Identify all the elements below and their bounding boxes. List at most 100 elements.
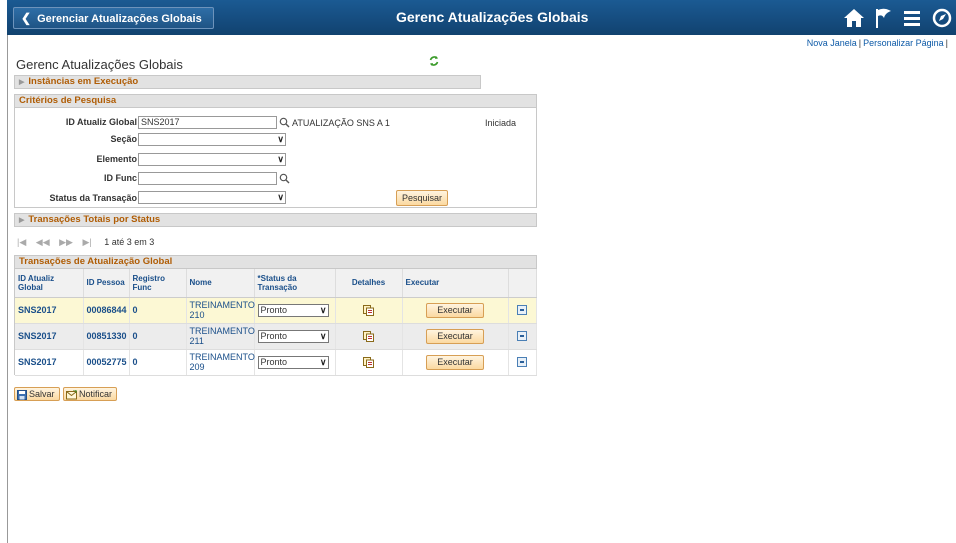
name-line1[interactable]: TREINAMENTO: [190, 352, 255, 362]
lookup-icon[interactable]: [279, 117, 290, 128]
details-icon[interactable]: [363, 330, 374, 342]
column-header-global-id[interactable]: ID Atualiz Global: [15, 269, 84, 298]
cell-details: [335, 323, 403, 350]
search-criteria-panel: Critérios de Pesquisa ID Atualiz Global …: [14, 94, 537, 208]
cell-global-id[interactable]: SNS2017: [15, 349, 84, 376]
flag-icon[interactable]: [871, 6, 895, 30]
navbar-icon[interactable]: [930, 6, 954, 30]
cell-global-id[interactable]: SNS2017: [15, 297, 84, 324]
pager: |◀ ◀◀ ▶▶ ▶| 1 até 3 em 3: [17, 237, 161, 248]
running-instances-label: Instâncias em Execução: [28, 76, 139, 87]
employee-id-input[interactable]: [138, 172, 277, 185]
details-icon[interactable]: [363, 356, 374, 368]
status-select-value: Pronto: [260, 356, 288, 367]
cell-name[interactable]: TREINAMENTO 209: [186, 349, 255, 376]
cell-emp-record[interactable]: 0: [129, 297, 187, 324]
column-header-details: Detalhes: [335, 269, 403, 298]
save-button[interactable]: Salvar: [14, 387, 60, 401]
delete-row-icon[interactable]: [517, 357, 527, 367]
new-window-link[interactable]: Nova Janela: [807, 38, 857, 48]
notify-button-label: Notificar: [79, 389, 113, 399]
notify-icon: [66, 389, 77, 400]
running-instances-header[interactable]: ▶ Instâncias em Execução: [14, 75, 481, 89]
cell-delete: [508, 349, 537, 376]
cell-person-id[interactable]: 00086844: [83, 297, 130, 324]
element-select[interactable]: ∨: [138, 153, 286, 166]
top-banner: ❮ Gerenciar Atualizações Globais Gerenc A…: [7, 0, 956, 35]
cell-name[interactable]: TREINAMENTO 210: [186, 297, 255, 324]
name-line2[interactable]: 210: [190, 310, 205, 320]
dropdown-arrow-icon: ∨: [319, 330, 327, 341]
banner-title: Gerenc Atualizações Globais: [396, 9, 589, 25]
section-select[interactable]: ∨: [138, 133, 286, 146]
back-button[interactable]: ❮ Gerenciar Atualizações Globais: [13, 7, 214, 29]
column-header-execute: Executar: [402, 269, 509, 298]
chevron-left-icon: ❮: [21, 11, 32, 25]
back-button-label: Gerenciar Atualizações Globais: [37, 13, 202, 25]
global-update-status: Iniciada: [485, 118, 517, 128]
transactions-grid: Transações de Atualização Global ID Atua…: [14, 255, 537, 376]
cell-execute: Executar: [402, 323, 509, 350]
page-links: Nova Janela | Personalizar Página |: [807, 38, 950, 48]
cell-status: Pronto ∨: [254, 323, 336, 350]
page-title: Gerenc Atualizações Globais: [16, 57, 183, 72]
cell-emp-record[interactable]: 0: [129, 323, 187, 350]
table-row: SNS2017 00086844 0 TREINAMENTO 210 Pronto…: [15, 297, 537, 324]
last-page-icon[interactable]: ▶|: [83, 237, 92, 247]
grid-title-bar: Transações de Atualização Global: [14, 255, 537, 269]
dropdown-arrow-icon: ∨: [277, 192, 284, 202]
row-count: 1 até 3 em 3: [104, 237, 155, 247]
save-icon: [17, 389, 27, 400]
search-button[interactable]: Pesquisar: [396, 190, 448, 206]
cell-person-id[interactable]: 00851330: [83, 323, 130, 350]
personalize-page-link[interactable]: Personalizar Página: [863, 38, 944, 48]
cell-status: Pronto ∨: [254, 349, 336, 376]
dropdown-arrow-icon: ∨: [319, 304, 327, 315]
column-header-name[interactable]: Nome: [186, 269, 255, 298]
transaction-status-select[interactable]: ∨: [138, 191, 286, 204]
cell-global-id[interactable]: SNS2017: [15, 323, 84, 350]
name-line2[interactable]: 211: [190, 336, 204, 346]
cell-person-id[interactable]: 00052775: [83, 349, 130, 376]
link-separator-trailing: |: [945, 38, 948, 48]
name-line1[interactable]: TREINAMENTO: [190, 326, 255, 336]
cell-details: [335, 349, 403, 376]
totals-by-status-header[interactable]: ▶ Transações Totais por Status: [14, 213, 537, 227]
cell-delete: [508, 297, 537, 324]
details-icon[interactable]: [363, 304, 374, 316]
execute-button[interactable]: Executar: [426, 354, 484, 370]
status-select[interactable]: Pronto ∨: [257, 355, 329, 369]
home-icon[interactable]: [842, 6, 866, 30]
first-page-icon[interactable]: |◀: [17, 237, 26, 247]
cell-status: Pronto ∨: [254, 297, 336, 324]
transactions-table: ID Atualiz Global ID Pessoa Registro Fun…: [15, 269, 537, 376]
execute-button[interactable]: Executar: [426, 302, 484, 318]
global-update-id-input[interactable]: SNS2017: [138, 116, 277, 129]
employee-id-label: ID Func: [104, 173, 137, 183]
column-header-emp-record[interactable]: Registro Func: [129, 269, 187, 298]
search-criteria-header: Critérios de Pesquisa: [14, 94, 537, 108]
grid-title: Transações de Atualização Global: [19, 256, 173, 267]
previous-page-icon[interactable]: ◀◀: [36, 237, 50, 247]
status-select[interactable]: Pronto ∨: [257, 329, 329, 343]
delete-row-icon[interactable]: [517, 305, 527, 315]
lookup-icon[interactable]: [279, 173, 290, 184]
section-label: Seção: [110, 134, 137, 144]
name-line1[interactable]: TREINAMENTO: [190, 300, 255, 310]
name-line2[interactable]: 209: [190, 362, 205, 372]
status-select[interactable]: Pronto ∨: [257, 303, 329, 317]
refresh-icon[interactable]: [428, 55, 440, 67]
column-header-status[interactable]: *Status da Transação: [254, 269, 336, 298]
cell-name[interactable]: TREINAMENTO 211: [186, 323, 255, 350]
dropdown-arrow-icon: ∨: [319, 356, 327, 367]
expand-triangle-icon: ▶: [19, 217, 25, 224]
execute-button[interactable]: Executar: [426, 328, 484, 344]
cell-details: [335, 297, 403, 324]
notify-button[interactable]: Notificar: [63, 387, 118, 401]
menu-icon[interactable]: [900, 6, 924, 30]
cell-emp-record[interactable]: 0: [129, 349, 187, 376]
next-page-icon[interactable]: ▶▶: [59, 237, 73, 247]
search-criteria-label: Critérios de Pesquisa: [19, 95, 117, 106]
column-header-person-id[interactable]: ID Pessoa: [83, 269, 130, 298]
delete-row-icon[interactable]: [517, 331, 527, 341]
